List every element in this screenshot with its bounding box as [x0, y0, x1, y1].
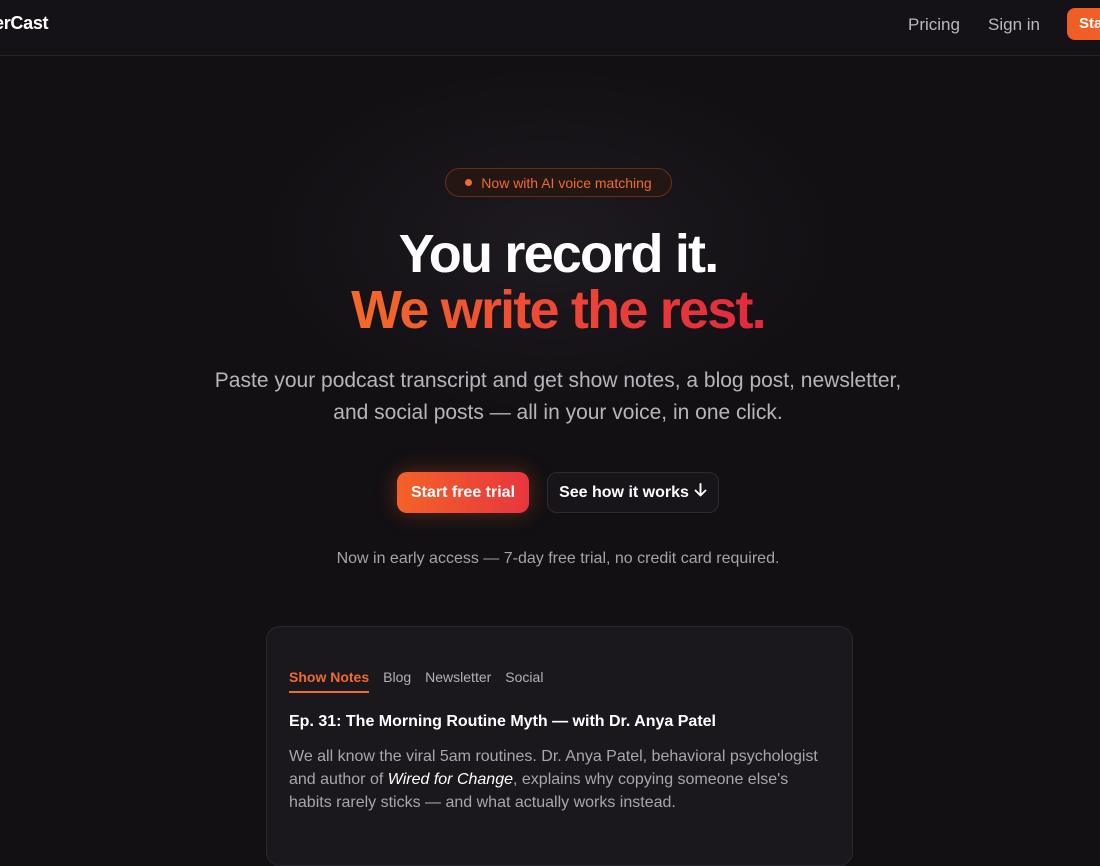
tab-newsletter[interactable]: Newsletter — [425, 669, 491, 693]
output-preview-card: Show Notes Blog Newsletter Social Ep. 31… — [266, 626, 853, 866]
early-access-note: Now in early access — 7-day free trial, … — [336, 550, 780, 567]
announcement-badge[interactable]: Now with AI voice matching — [445, 168, 672, 197]
tab-show-notes[interactable]: Show Notes — [289, 669, 370, 693]
episode-description: We all know the viral 5am routines. Dr. … — [289, 745, 834, 814]
tab-social[interactable]: Social — [505, 669, 543, 693]
top-nav: erCast Pricing Sign in Sta — [0, 0, 1100, 56]
hero-subtitle: Paste your podcast transcript and get sh… — [214, 369, 902, 424]
arrow-down-icon — [694, 483, 707, 502]
headline-line-2: We write the rest. — [8, 283, 1100, 337]
logo[interactable]: erCast — [0, 13, 49, 34]
badge-label: Now with AI voice matching — [481, 174, 652, 191]
nav-sign-in-link[interactable]: Sign in — [988, 15, 1040, 35]
headline-gradient-text: We write the rest. — [351, 280, 767, 340]
headline-line-1: You record it. — [398, 224, 720, 284]
see-how-label: See how it works — [559, 483, 689, 501]
see-how-it-works-button[interactable]: See how it works — [547, 472, 719, 513]
book-title: Wired for Change — [387, 771, 513, 788]
preview-tabs: Show Notes Blog Newsletter Social — [289, 669, 543, 693]
badge-dot-icon — [465, 179, 473, 186]
start-free-trial-button[interactable]: Start free trial — [397, 472, 529, 513]
episode-title: Ep. 31: The Morning Routine Myth — with … — [289, 713, 716, 730]
nav-start-button[interactable]: Sta — [1067, 8, 1100, 40]
tab-blog[interactable]: Blog — [383, 669, 411, 693]
nav-pricing-link[interactable]: Pricing — [908, 15, 960, 35]
